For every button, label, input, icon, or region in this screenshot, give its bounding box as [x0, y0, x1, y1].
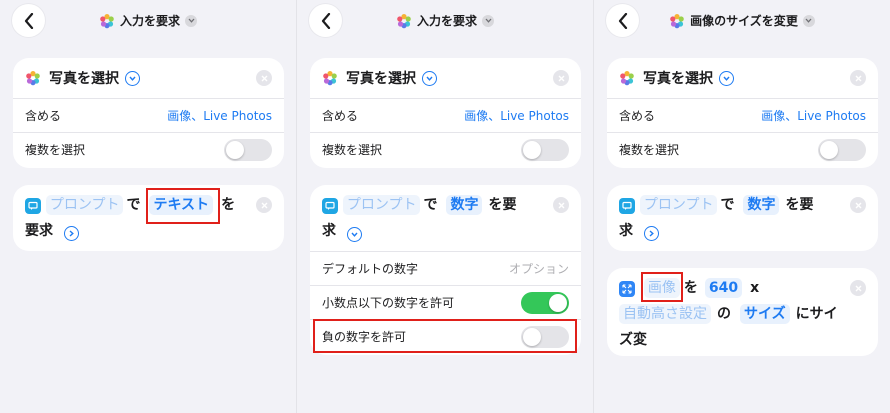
include-row[interactable]: 含める 画像、Live Photos: [607, 98, 878, 132]
particle-de: で: [423, 197, 438, 213]
remove-action-icon[interactable]: [553, 70, 569, 86]
multi-select-row: 複数を選択: [13, 132, 284, 166]
nav-title-text: 画像のサイズを変更: [690, 14, 798, 28]
panel-1: 入力を要求 写真を選択 含める 画像、Live Photos 複数を選択 プロン…: [0, 0, 296, 413]
ask-line2: 要求: [25, 223, 53, 239]
prompt-chip[interactable]: プロンプト: [45, 195, 124, 215]
allow-decimal-row: 小数点以下の数字を許可: [310, 285, 581, 319]
select-photos-card: 写真を選択 含める 画像、Live Photos 複数を選択: [13, 58, 284, 168]
action-title: 写真を選択: [346, 71, 416, 87]
multi-select-label: 複数を選択: [619, 143, 680, 157]
nav-bar: 画像のサイズを変更: [594, 0, 890, 42]
nav-bar: 入力を要求: [297, 0, 593, 42]
nav-title[interactable]: 入力を要求: [0, 12, 296, 29]
particle-de: で: [720, 197, 735, 213]
include-value[interactable]: 画像、Live Photos: [761, 107, 866, 124]
multi-select-label: 複数を選択: [322, 143, 383, 157]
expand-chevron-icon[interactable]: [719, 70, 734, 86]
include-label: 含める: [619, 109, 656, 123]
include-label: 含める: [25, 109, 62, 123]
default-number-value[interactable]: オプション: [509, 260, 569, 277]
chevron-down-icon: [482, 14, 494, 27]
particle-wo: を要: [488, 197, 517, 213]
card-header: 写真を選択: [13, 58, 284, 98]
default-number-row[interactable]: デフォルトの数字 オプション: [310, 251, 581, 285]
prompt-chip[interactable]: プロンプト: [639, 195, 718, 215]
multi-select-toggle[interactable]: [224, 138, 272, 161]
select-photos-card: 写真を選択 含める 画像、Live Photos 複数を選択: [310, 58, 581, 168]
remove-action-icon[interactable]: [553, 197, 569, 213]
action-title: 写真を選択: [643, 71, 713, 87]
card-header: 写真を選択: [310, 58, 581, 98]
particle-wo: を: [683, 280, 698, 296]
nav-title[interactable]: 入力を要求: [297, 12, 593, 29]
include-row[interactable]: 含める 画像、Live Photos: [310, 98, 581, 132]
input-type-chip[interactable]: 数字: [446, 195, 483, 215]
ask-input-icon: [25, 198, 41, 214]
select-photos-card: 写真を選択 含める 画像、Live Photos 複数を選択: [607, 58, 878, 168]
expand-chevron-icon[interactable]: [422, 70, 437, 86]
width-chip[interactable]: 640: [704, 278, 743, 298]
default-number-label: デフォルトの数字: [322, 262, 419, 276]
photos-icon: [670, 13, 684, 28]
ask-input-icon: [322, 198, 338, 214]
nav-bar: 入力を要求: [0, 0, 296, 42]
panel-3: 画像のサイズを変更 写真を選択 含める 画像、Live Photos 複数を選択…: [594, 0, 890, 413]
remove-action-icon[interactable]: [256, 197, 272, 213]
include-label: 含める: [322, 109, 359, 123]
ask-line2: 求: [322, 223, 336, 239]
nav-title-text: 入力を要求: [119, 14, 180, 28]
remove-action-icon[interactable]: [850, 70, 866, 86]
expand-chevron-icon[interactable]: [643, 226, 659, 241]
ask-input-icon: [619, 198, 635, 214]
include-value[interactable]: 画像、Live Photos: [167, 107, 272, 124]
remove-action-icon[interactable]: [850, 197, 866, 213]
multi-select-row: 複数を選択: [310, 132, 581, 166]
include-value[interactable]: 画像、Live Photos: [464, 107, 569, 124]
nav-title[interactable]: 画像のサイズを変更: [594, 12, 890, 29]
nav-title-text: 入力を要求: [416, 14, 477, 28]
highlight-box: [313, 319, 577, 353]
particle-de: で: [126, 197, 141, 213]
photos-icon: [100, 13, 114, 28]
multi-select-row: 複数を選択: [607, 132, 878, 166]
times-x: x: [750, 280, 760, 296]
photos-icon: [323, 71, 337, 86]
resize-image-icon: [619, 281, 635, 297]
card-header: 写真を選択: [607, 58, 878, 98]
multi-select-toggle[interactable]: [818, 138, 866, 161]
photos-icon: [26, 71, 40, 86]
highlight-box: [146, 188, 220, 224]
expand-chevron-icon[interactable]: [63, 226, 79, 241]
panel-2: 入力を要求 写真を選択 含める 画像、Live Photos 複数を選択 プロン…: [297, 0, 593, 413]
auto-height-chip[interactable]: 自動高さ設定: [619, 304, 711, 324]
particle-wo: を: [221, 197, 236, 213]
photos-icon: [620, 71, 634, 86]
highlight-box: [641, 272, 683, 302]
multi-select-label: 複数を選択: [25, 143, 86, 157]
remove-action-icon[interactable]: [850, 280, 866, 296]
ask-input-card: プロンプトで数字 を要 求: [607, 185, 878, 251]
particle-no: の: [717, 306, 731, 322]
action-title: 写真を選択: [49, 71, 119, 87]
particle-wo: を要: [785, 197, 814, 213]
input-type-chip[interactable]: 数字: [743, 195, 780, 215]
expand-chevron-icon[interactable]: [125, 70, 140, 86]
chevron-down-icon: [185, 14, 197, 27]
chevron-down-icon: [802, 14, 815, 27]
ask-line2: 求: [619, 223, 633, 239]
multi-select-toggle[interactable]: [521, 138, 569, 161]
collapse-chevron-icon[interactable]: [346, 227, 362, 242]
remove-action-icon[interactable]: [256, 70, 272, 86]
allow-decimal-label: 小数点以下の数字を許可: [322, 296, 455, 310]
size-chip[interactable]: サイズ: [740, 304, 790, 324]
photos-icon: [397, 13, 411, 28]
prompt-chip[interactable]: プロンプト: [342, 195, 421, 215]
include-row[interactable]: 含める 画像、Live Photos: [13, 98, 284, 132]
allow-decimal-toggle[interactable]: [521, 291, 569, 314]
